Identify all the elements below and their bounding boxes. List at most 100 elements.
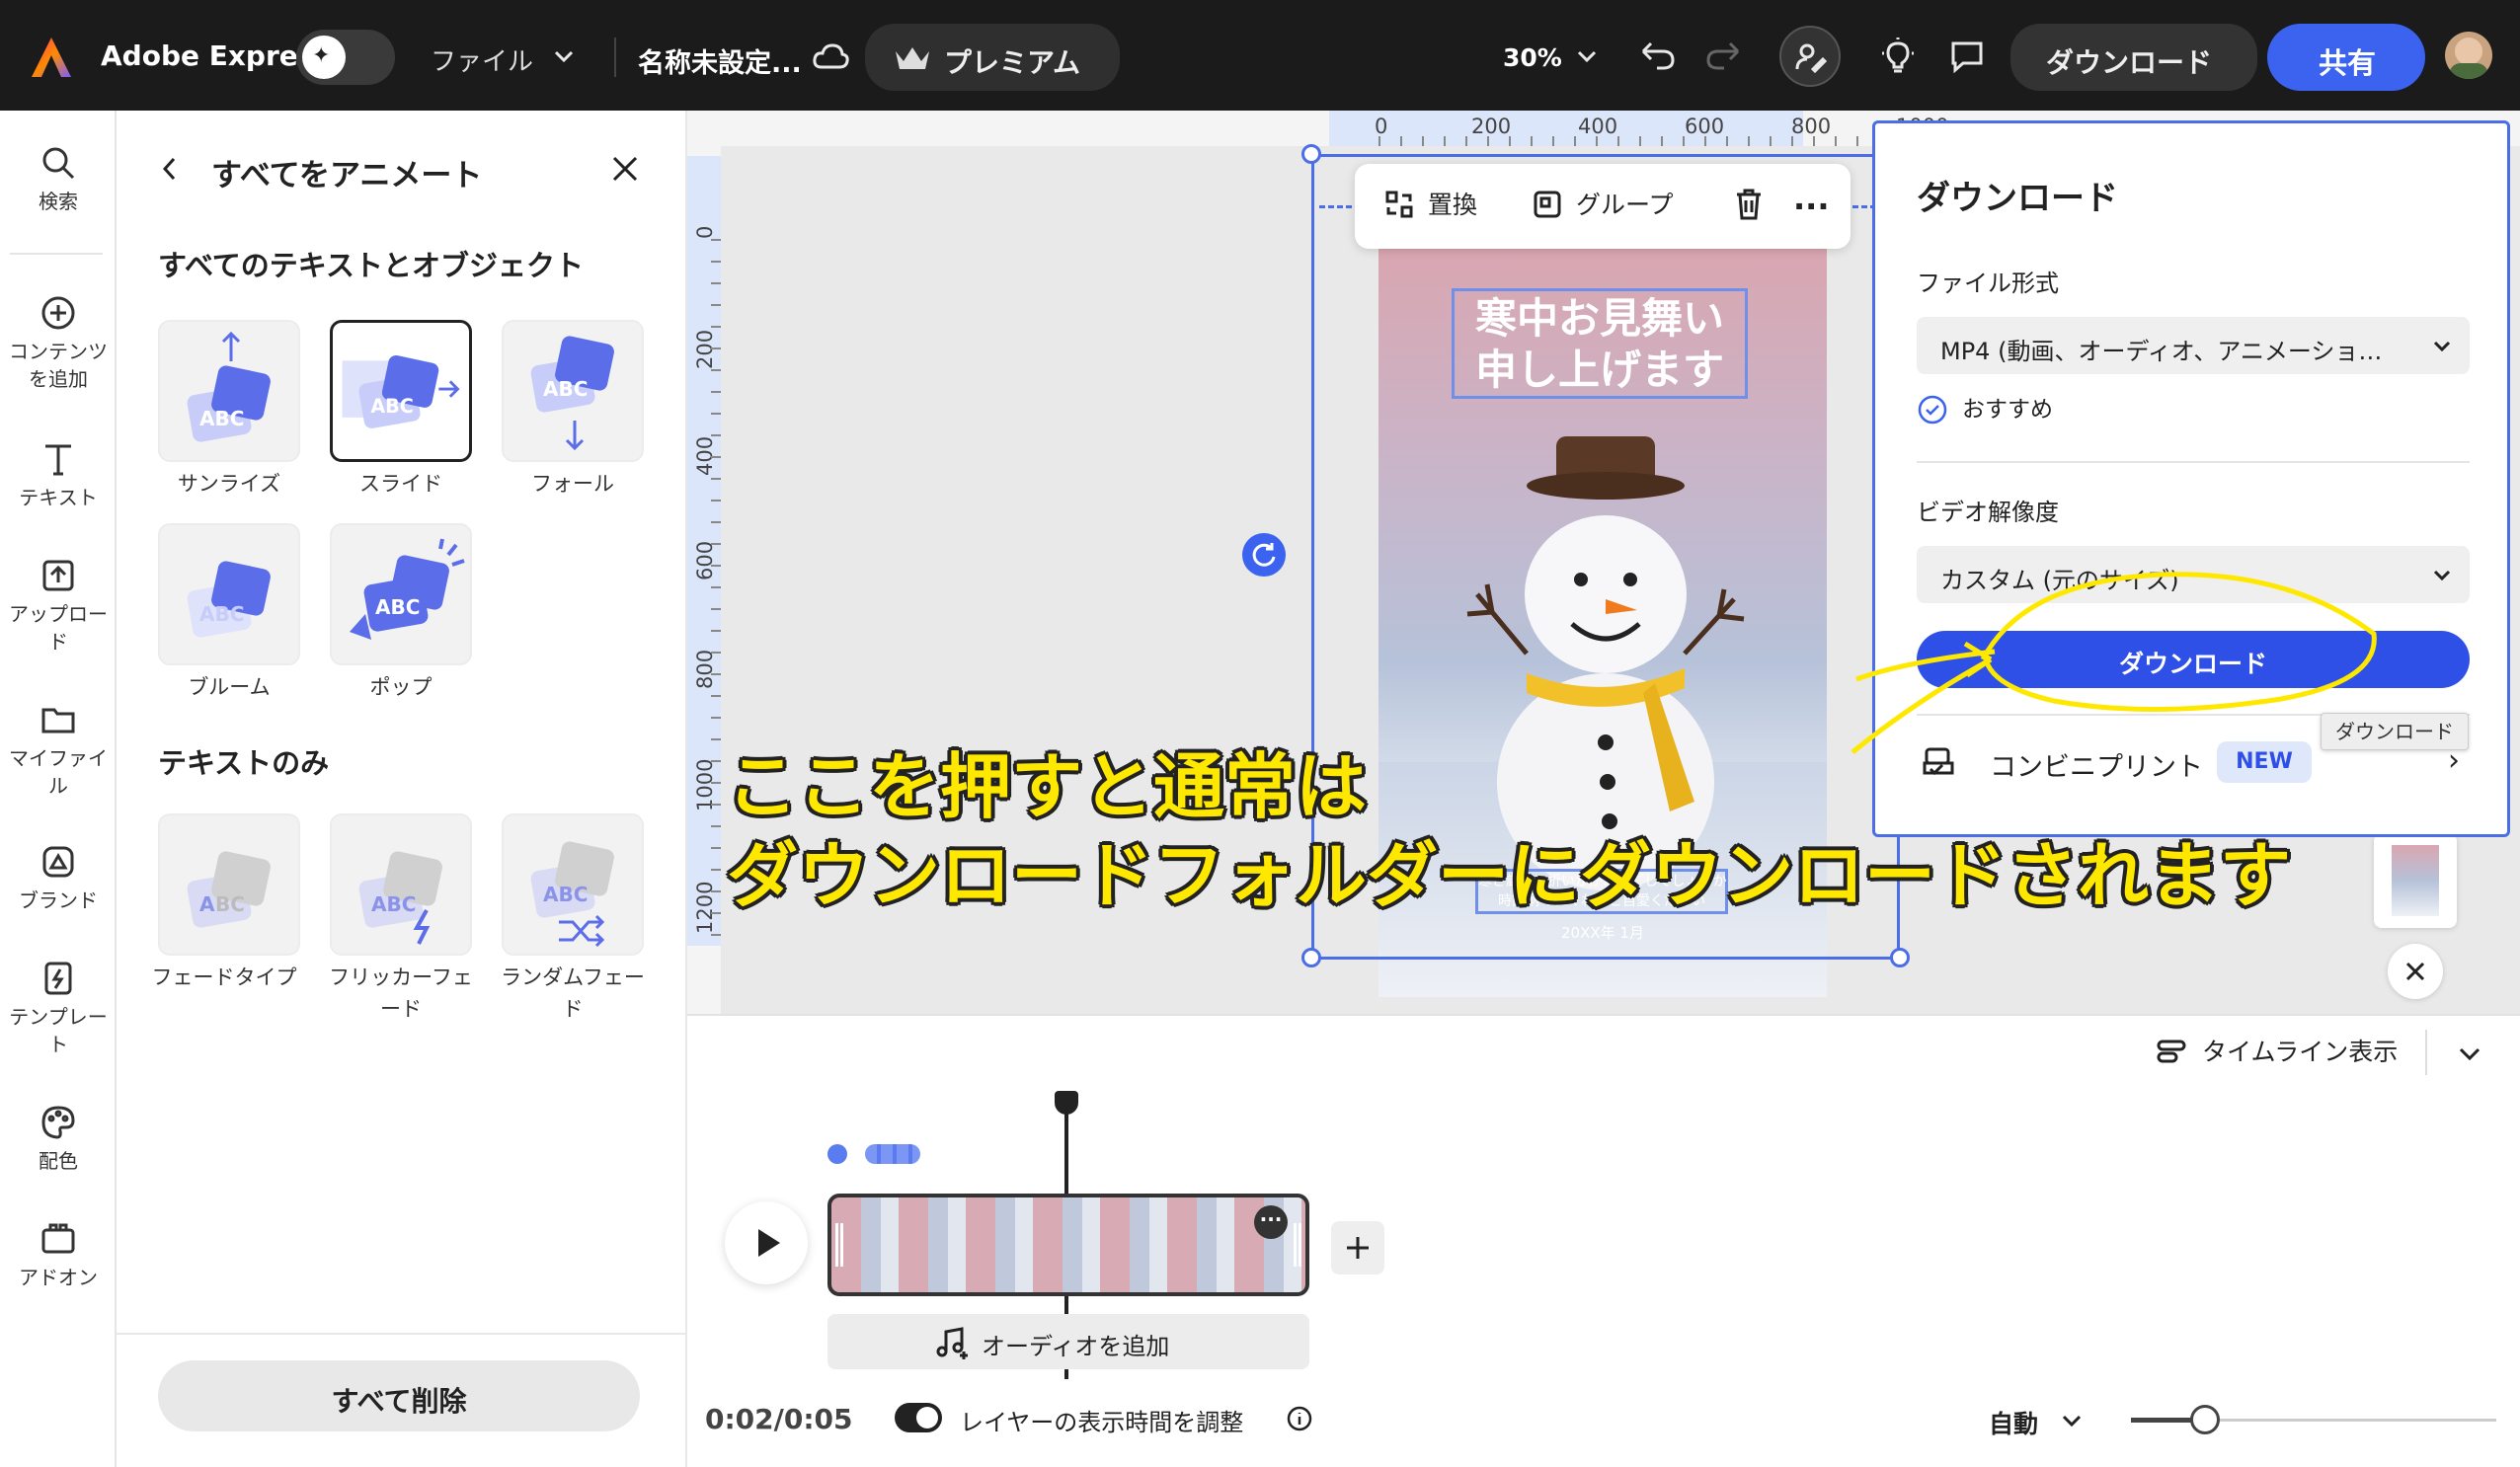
rail-label: テキスト bbox=[19, 486, 98, 509]
rail-brand[interactable]: ブランド bbox=[0, 843, 117, 914]
file-menu[interactable]: ファイル bbox=[431, 41, 533, 78]
sunrise-anim-icon: ABC bbox=[187, 331, 271, 442]
ruler-y-label: 0 bbox=[693, 225, 717, 239]
ruler-x-label: 0 bbox=[1375, 115, 1388, 138]
anim-tile-fall[interactable]: ABC bbox=[502, 320, 644, 462]
chevron-down-icon[interactable] bbox=[551, 43, 577, 73]
replace-label: 置換 bbox=[1428, 191, 1478, 219]
replace-button[interactable]: 置換 bbox=[1384, 190, 1477, 223]
anim-tile-flicker-fade[interactable]: ABC bbox=[330, 813, 472, 956]
upload-icon bbox=[42, 560, 74, 591]
video-clip-track[interactable]: ··· bbox=[827, 1194, 1309, 1296]
zoom-level[interactable]: 30% bbox=[1503, 43, 1562, 72]
timeline-view-toggle[interactable]: タイムライン表示 bbox=[2155, 1034, 2398, 1073]
svg-text:ABC: ABC bbox=[371, 892, 416, 916]
zoom-mode-select[interactable]: 自動 bbox=[1989, 1405, 2038, 1440]
rail-label: アドオン bbox=[19, 1266, 98, 1289]
close-thumbnail-button[interactable] bbox=[2388, 944, 2443, 999]
ruler-x-label: 200 bbox=[1471, 115, 1512, 138]
ruler-x-ticks bbox=[1378, 136, 1912, 146]
page-thumbnail[interactable] bbox=[2374, 833, 2457, 928]
sparkle-icon: ✦ bbox=[312, 43, 331, 68]
anim-label: ブルーム bbox=[188, 675, 271, 699]
group-button[interactable]: グループ bbox=[1533, 190, 1674, 223]
anim-tile-sunrise[interactable]: ABC bbox=[158, 320, 300, 462]
collaborate-button[interactable] bbox=[1779, 26, 1841, 87]
back-chevron-icon[interactable] bbox=[158, 154, 182, 188]
fade-type-anim-icon: A BC bbox=[187, 851, 271, 928]
rail-label: コンテンツを追加 bbox=[9, 340, 108, 391]
anim-tile-fade-type[interactable]: A BC bbox=[158, 813, 300, 956]
rail-color[interactable]: 配色 bbox=[0, 1104, 117, 1175]
premium-label: プレミアム bbox=[944, 46, 1081, 79]
lightbulb-icon[interactable] bbox=[1880, 38, 1916, 79]
premium-button[interactable]: プレミアム bbox=[865, 24, 1120, 91]
adjust-duration-toggle[interactable] bbox=[895, 1403, 942, 1432]
document-title[interactable]: 名称未設定... bbox=[638, 41, 802, 80]
redo-icon[interactable] bbox=[1704, 39, 1742, 75]
collapse-chevron-icon[interactable] bbox=[2455, 1040, 2484, 1069]
comment-icon[interactable] bbox=[1949, 39, 1985, 77]
ruler-x-label: 400 bbox=[1578, 115, 1618, 138]
adjust-duration-label: レイヤーの表示時間を調整 bbox=[960, 1409, 1244, 1436]
svg-text:A: A bbox=[199, 892, 215, 916]
plus-icon bbox=[1347, 1237, 1369, 1259]
playhead-handle[interactable] bbox=[1055, 1091, 1078, 1115]
anim-tile-random-fade[interactable]: ABC bbox=[502, 813, 644, 956]
resize-handle[interactable] bbox=[1301, 948, 1321, 967]
trash-icon[interactable] bbox=[1734, 188, 1764, 225]
recommended-label: おすすめ bbox=[1962, 397, 2053, 423]
rail-add-content[interactable]: コンテンツを追加 bbox=[0, 294, 117, 393]
anim-tile-bloom[interactable]: ABC bbox=[158, 523, 300, 665]
rail-templates[interactable]: テンプレート bbox=[0, 960, 117, 1058]
info-icon[interactable] bbox=[1286, 1405, 1313, 1432]
delete-all-button[interactable]: すべて削除 bbox=[158, 1360, 640, 1431]
resize-handle[interactable] bbox=[1301, 144, 1321, 164]
section-heading: テキストのみ bbox=[158, 746, 330, 780]
adobe-express-logo-icon[interactable] bbox=[28, 34, 75, 81]
annotation-line2: ダウンロードフォルダーにダウンロードされます bbox=[727, 834, 2292, 917]
delete-all-label: すべて削除 bbox=[331, 1385, 467, 1418]
rail-search[interactable]: 検索 bbox=[0, 144, 117, 215]
brand-icon bbox=[42, 846, 74, 878]
rail-my-files[interactable]: マイファイル bbox=[0, 701, 117, 800]
more-icon[interactable]: ··· bbox=[1793, 188, 1829, 225]
svg-text:ABC: ABC bbox=[199, 602, 244, 626]
anim-label: サンライズ bbox=[177, 472, 281, 496]
add-clip-button[interactable] bbox=[1331, 1221, 1384, 1274]
zoom-slider-thumb[interactable] bbox=[2190, 1405, 2220, 1434]
section-heading: すべてのテキストとオブジェクト bbox=[158, 249, 584, 282]
animate-panel: すべてをアニメート すべてのテキストとオブジェクト ABC サンライズ ABC … bbox=[117, 111, 687, 1467]
file-format-value: MP4 (動画、オーディオ、アニメーショ… bbox=[1940, 338, 2383, 365]
avatar[interactable] bbox=[2445, 32, 2492, 79]
file-format-select[interactable]: MP4 (動画、オーディオ、アニメーショ… bbox=[1917, 317, 2470, 374]
resolution-label: ビデオ解像度 bbox=[1917, 499, 2059, 526]
undo-icon[interactable] bbox=[1639, 39, 1677, 75]
clip-handle-left[interactable] bbox=[835, 1223, 843, 1267]
rail-label: 配色 bbox=[39, 1149, 78, 1173]
resize-handle[interactable] bbox=[1890, 948, 1910, 967]
rotate-handle[interactable] bbox=[1242, 533, 1286, 577]
rail-upload[interactable]: アップロード bbox=[0, 557, 117, 656]
person-edit-icon bbox=[1795, 41, 1828, 77]
download-top-label: ダウンロード bbox=[2046, 46, 2213, 79]
rail-text[interactable]: テキスト bbox=[0, 440, 117, 511]
zoom-slider-track[interactable] bbox=[2131, 1418, 2496, 1423]
magic-toggle[interactable]: ✦ bbox=[296, 30, 395, 85]
chevron-down-icon[interactable] bbox=[2058, 1407, 2086, 1434]
anim-tile-slide[interactable]: ABC bbox=[330, 320, 472, 462]
replace-icon bbox=[1385, 191, 1413, 218]
zoom-chevron-icon[interactable] bbox=[1574, 43, 1600, 73]
add-audio-button[interactable]: オーディオを追加 bbox=[827, 1314, 1309, 1369]
anim-tile-pop[interactable]: ABC bbox=[330, 523, 472, 665]
clip-more-button[interactable]: ··· bbox=[1254, 1205, 1288, 1239]
play-button[interactable] bbox=[725, 1201, 808, 1284]
download-top-button[interactable]: ダウンロード bbox=[2010, 24, 2257, 91]
search-icon bbox=[42, 147, 75, 180]
clip-handle-right[interactable] bbox=[1294, 1223, 1301, 1267]
close-icon[interactable] bbox=[610, 154, 640, 188]
ruler-x-label: 800 bbox=[1791, 115, 1832, 138]
random-fade-anim-icon: ABC bbox=[530, 841, 614, 948]
rail-addons[interactable]: アドオン bbox=[0, 1220, 117, 1291]
share-button[interactable]: 共有 bbox=[2267, 24, 2425, 91]
